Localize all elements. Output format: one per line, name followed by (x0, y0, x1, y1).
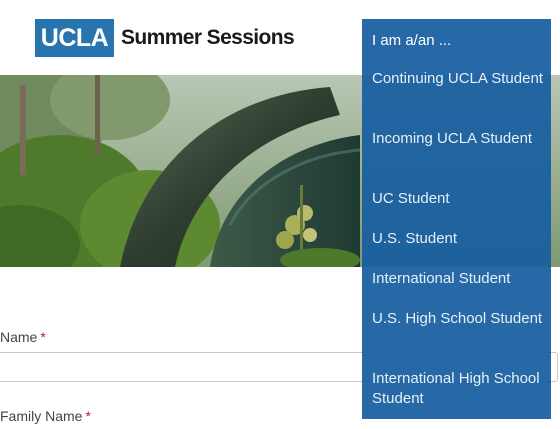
menu-item-international-student[interactable]: International Student (372, 269, 544, 289)
required-asterisk: * (85, 408, 91, 424)
menu-item-uc-student[interactable]: UC Student (372, 189, 544, 209)
family-name-label-text: Family Name (0, 408, 83, 424)
dropdown-title[interactable]: I am a/an ... (372, 32, 451, 49)
menu-item-continuing-ucla-student[interactable]: Continuing UCLA Student (372, 69, 544, 89)
name-label: Name * (0, 329, 46, 345)
name-label-text: Name (0, 329, 38, 345)
required-asterisk: * (40, 329, 46, 345)
ucla-logo-mark: UCLA (35, 19, 114, 57)
student-type-dropdown[interactable]: I am a/an ... Continuing UCLA Student In… (362, 19, 551, 419)
menu-item-us-student[interactable]: U.S. Student (372, 229, 544, 249)
ucla-summer-sessions-logo[interactable]: UCLA Summer Sessions (35, 19, 295, 57)
family-name-label: Family Name * (0, 408, 91, 424)
menu-item-international-high-school-student[interactable]: International High School Student (372, 369, 544, 409)
menu-item-us-high-school-student[interactable]: U.S. High School Student (372, 309, 544, 329)
menu-item-incoming-ucla-student[interactable]: Incoming UCLA Student (372, 129, 544, 149)
summer-sessions-logo-text: Summer Sessions (121, 26, 295, 49)
